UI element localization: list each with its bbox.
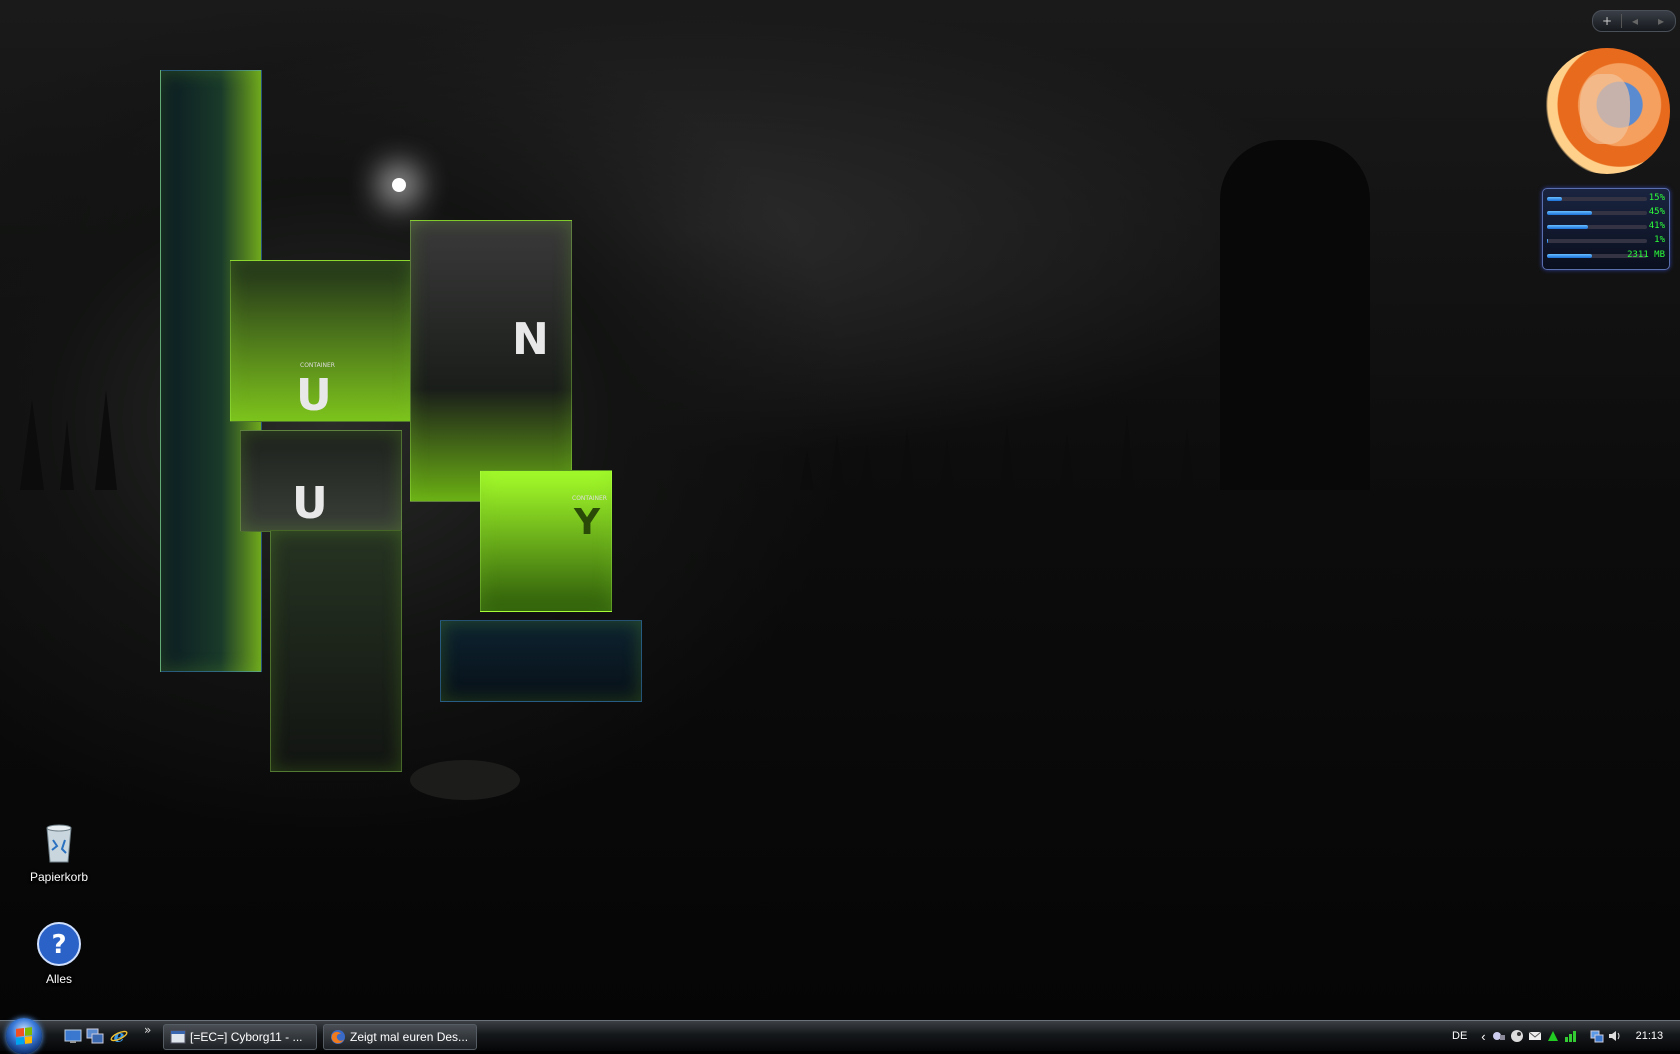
svg-text:?: ? bbox=[51, 930, 66, 960]
show-desktop-icon[interactable] bbox=[64, 1027, 82, 1045]
meter-bar-fill bbox=[1547, 211, 1592, 215]
clock[interactable]: 21:13 bbox=[1636, 1030, 1664, 1042]
meter-bar-fill bbox=[1547, 239, 1548, 243]
sidebar-next-button[interactable]: ▸ bbox=[1648, 14, 1674, 28]
meter-value: 1% bbox=[1654, 235, 1665, 245]
meter-value: 41% bbox=[1648, 221, 1665, 231]
recycle-bin-icon bbox=[35, 818, 83, 866]
steam-tray-icon[interactable] bbox=[1510, 1029, 1524, 1043]
sidebar-add-button[interactable]: + bbox=[1593, 14, 1622, 28]
green-status-tray-icon[interactable] bbox=[1546, 1029, 1560, 1043]
desktop-icon-label: Papierkorb bbox=[29, 870, 89, 884]
network-connection-tray-icon[interactable] bbox=[1590, 1029, 1604, 1043]
sidebar-controls: + ◂ ▸ bbox=[1592, 10, 1676, 32]
mail-tray-icon[interactable] bbox=[1528, 1029, 1542, 1043]
wallpaper-letter-y: Y bbox=[574, 502, 601, 543]
network-tray-icon[interactable] bbox=[1492, 1029, 1506, 1043]
help-icon: ? bbox=[35, 920, 83, 968]
taskbar-button-label: Zeigt mal euren Des... bbox=[350, 1030, 469, 1044]
meter-value: 45% bbox=[1648, 207, 1665, 217]
meter-bar-fill bbox=[1547, 254, 1592, 258]
wallpaper-caption-1: CONTAINER bbox=[300, 362, 335, 369]
desktop-icon-help[interactable]: ? Alles bbox=[9, 920, 109, 986]
start-button[interactable] bbox=[6, 1018, 42, 1054]
wallpaper-caption-2: CONTAINER bbox=[572, 495, 607, 502]
firefox-icon bbox=[330, 1029, 346, 1045]
meter-value: 15% bbox=[1648, 193, 1665, 203]
desktop-icon-label: Alles bbox=[45, 972, 72, 986]
tray-expand-button[interactable]: ‹ bbox=[1481, 1029, 1485, 1044]
sidebar-prev-button[interactable]: ◂ bbox=[1622, 14, 1648, 28]
windows-logo-icon bbox=[16, 1027, 32, 1045]
wallpaper-letter-n: N bbox=[512, 314, 549, 365]
wallpaper-art: CONTAINER U N U CONTAINER Y bbox=[140, 60, 700, 800]
cpu-meter-gadget[interactable]: 15% 45% 41% 1% 2311 MB bbox=[1542, 188, 1670, 270]
taskbar-button-firefox[interactable]: Zeigt mal euren Des... bbox=[323, 1024, 477, 1050]
meter-row: 45% bbox=[1547, 207, 1665, 219]
meter-row: 2311 MB bbox=[1547, 250, 1665, 262]
taskbar-button-label: [=EC=] Cyborg11 - ... bbox=[190, 1030, 303, 1044]
window-icon bbox=[170, 1029, 186, 1045]
desktop[interactable]: CONTAINER U N U CONTAINER Y Papierkorb ?… bbox=[0, 0, 1680, 1020]
meter-row: 1% bbox=[1547, 235, 1665, 247]
wallpaper-letter-u2: U bbox=[292, 478, 328, 529]
meter-bar-fill bbox=[1547, 225, 1588, 229]
meter-value: 2311 MB bbox=[1627, 250, 1665, 260]
signal-tray-icon[interactable] bbox=[1564, 1029, 1578, 1043]
meter-row: 15% bbox=[1547, 193, 1665, 205]
meter-row: 41% bbox=[1547, 221, 1665, 233]
quicklaunch-chevron[interactable]: » bbox=[144, 1023, 151, 1037]
language-indicator[interactable]: DE bbox=[1452, 1030, 1467, 1042]
wallpaper-letter-u: U bbox=[296, 370, 332, 421]
internet-explorer-icon[interactable]: e bbox=[110, 1027, 128, 1047]
firefox-logo-icon bbox=[1580, 74, 1630, 144]
system-tray: DE ‹ 21:13 bbox=[1452, 1021, 1680, 1051]
taskbar: e » [=EC=] Cyborg11 - ... Zeigt mal eure… bbox=[0, 1018, 1680, 1054]
taskbar-button-cyborg[interactable]: [=EC=] Cyborg11 - ... bbox=[163, 1024, 317, 1050]
svg-text:e: e bbox=[114, 1027, 125, 1045]
switch-windows-icon[interactable] bbox=[86, 1027, 104, 1045]
desktop-icon-recycle-bin[interactable]: Papierkorb bbox=[9, 818, 109, 884]
volume-tray-icon[interactable] bbox=[1608, 1029, 1622, 1043]
meter-bar-fill bbox=[1547, 197, 1562, 201]
firefox-gadget[interactable] bbox=[1544, 48, 1670, 174]
